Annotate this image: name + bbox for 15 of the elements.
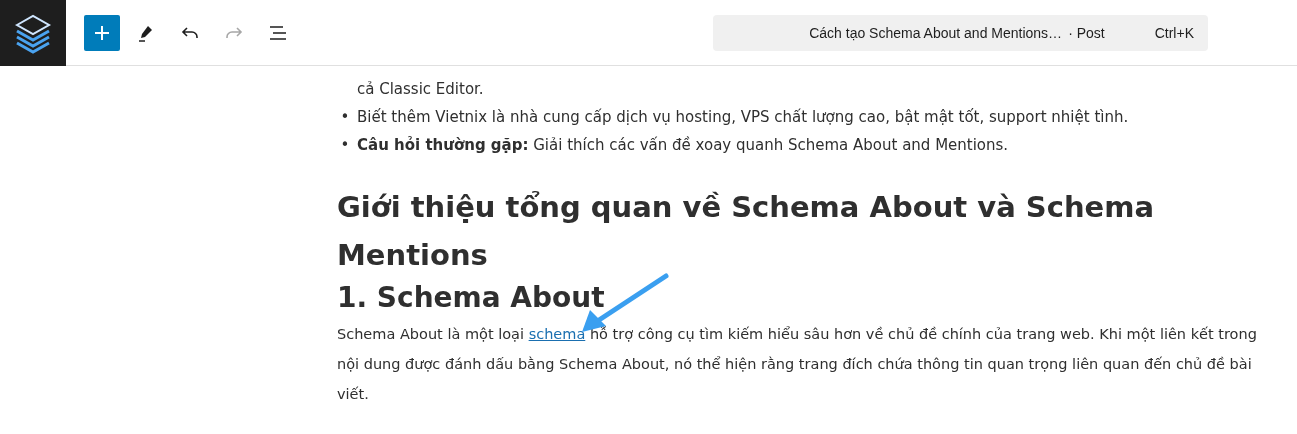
list-item-text: Biết thêm Vietnix là nhà cung cấp dịch vụ hosting, VPS chất lượng cao, bật mật tốt, support nhiệt tình. [357, 107, 1129, 128]
list-item-text: Câu hỏi thường gặp: Giải thích các vấn đề xoay quanh Schema About and Mentions. [357, 135, 1009, 156]
section-heading: Giới thiệu tổng quan về Schema About và Schema Mentions [337, 189, 1155, 274]
list-item-text: cả Classic Editor. [357, 79, 484, 100]
bullet-marker: • [339, 107, 351, 128]
shortcut-hint: Ctrl+K [1154, 24, 1194, 41]
schema-link[interactable]: schema [528, 326, 586, 342]
body-paragraph: Schema About là một loại schema hỗ trợ công cụ tìm kiếm hiểu sâu hơn về chủ đề chính của trang web. Khi một liên kết trong nội dung được đánh dấu bằng Schema About, nó thể hiện rằng trang đích chứa thông tin quan trọng liên quan đến chủ đề bài viết. [337, 325, 1258, 404]
post-title: Cách tạo Schema About and Mentions… [809, 24, 1063, 41]
site-logo[interactable] [0, 0, 66, 66]
bullet-marker: • [339, 135, 351, 156]
subsection-heading: 1. Schema About [337, 280, 605, 316]
add-block-button[interactable] [84, 14, 120, 51]
command-palette-button[interactable]: Cách tạo Schema About and Mentions… · Post Ctrl+K [713, 14, 1208, 51]
post-type-label: · Post [1068, 24, 1105, 41]
